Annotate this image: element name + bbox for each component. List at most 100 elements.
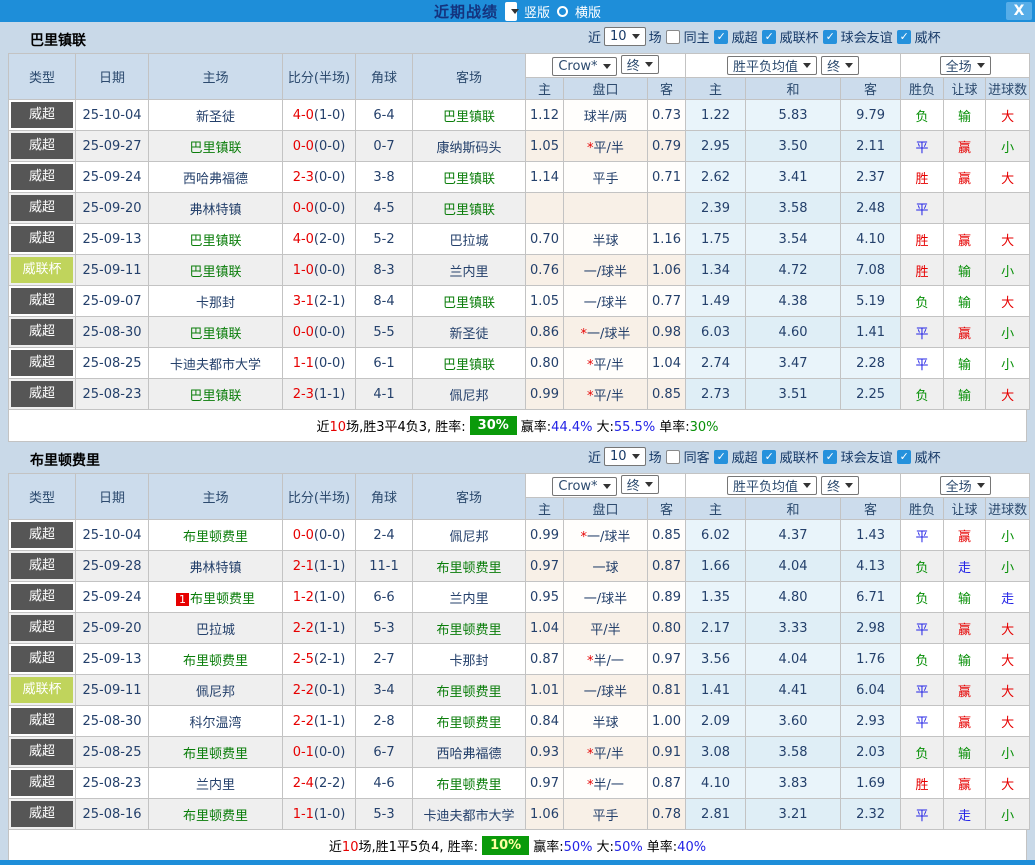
avg-away: 2.48 (841, 193, 901, 224)
odds-away: 1.00 (648, 706, 686, 737)
table-row: 威超 25-08-23 兰内里 2-4(2-2) 4-6 布里顿费里 0.97 … (9, 768, 1030, 799)
avg-home: 1.49 (686, 286, 746, 317)
score-cell: 2-3(0-0) (283, 162, 356, 193)
scope-select[interactable]: 全场 (940, 56, 991, 75)
avg-period-select[interactable]: 终 (821, 56, 859, 75)
halftime-score: (1-1) (314, 559, 345, 574)
odds-home: 1.12 (526, 100, 564, 131)
comp-checkbox-cup[interactable] (897, 450, 911, 464)
same-venue-checkbox[interactable] (666, 450, 680, 464)
corner-score: 2-7 (356, 644, 413, 675)
home-team-cell: 西哈弗福德 (149, 162, 283, 193)
avg-away: 5.19 (841, 286, 901, 317)
away-team-cell: 卡迪夫都市大学 (413, 799, 526, 830)
odds-period-select[interactable]: 终 (621, 475, 659, 494)
result-cell: 胜 (901, 768, 944, 799)
col-date: 日期 (76, 474, 149, 520)
home-team: 卡迪夫都市大学 (170, 358, 261, 373)
avg-type-select[interactable]: 胜平负均值 (727, 56, 817, 75)
fulltime-score: 0-0 (293, 325, 314, 340)
comp-checkbox-league[interactable] (714, 450, 728, 464)
odds-period-select[interactable]: 终 (621, 55, 659, 74)
odds-home: 0.86 (526, 317, 564, 348)
competition-badge: 威超 (11, 615, 73, 641)
odds-away: 0.71 (648, 162, 686, 193)
horizontal-layout-label[interactable]: 横版 (575, 2, 601, 21)
vertical-layout-label[interactable]: 竖版 (524, 2, 550, 21)
match-count-select[interactable]: 10 (604, 27, 646, 46)
competition-badge: 威超 (11, 381, 73, 407)
handicap-result-cell: 赢 (944, 613, 986, 644)
away-team: 康纳斯码头 (436, 141, 501, 156)
comp-checkbox-friendly[interactable] (823, 450, 837, 464)
match-date: 25-09-24 (76, 162, 149, 193)
bookmaker-select[interactable]: Crow* (552, 477, 616, 496)
comp-checkbox-leaguecup[interactable] (762, 450, 776, 464)
close-icon[interactable]: X (1006, 2, 1032, 20)
home-team-cell: 弗林特镇 (149, 193, 283, 224)
table-row: 威超 25-09-24 西哈弗福德 2-3(0-0) 3-8 巴里镇联 1.14… (9, 162, 1030, 193)
avg-home: 1.41 (686, 675, 746, 706)
home-team-cell: 新圣徒 (149, 100, 283, 131)
home-team-cell: 布里顿费里 (149, 520, 283, 551)
goals-result-cell: 小 (986, 737, 1030, 768)
page-title: 近期战绩 (434, 1, 498, 22)
match-date: 25-10-04 (76, 100, 149, 131)
match-date: 25-08-23 (76, 379, 149, 410)
halftime-score: (2-2) (314, 776, 345, 791)
fulltime-score: 0-0 (293, 139, 314, 154)
odds-line: 一/球半 (564, 675, 648, 706)
fulltime-score: 2-2 (293, 683, 314, 698)
same-venue-checkbox[interactable] (666, 30, 680, 44)
corner-score: 2-4 (356, 520, 413, 551)
col-odds-away: 客 (648, 78, 686, 100)
near-label: 近 (588, 27, 601, 46)
bookmaker-select[interactable]: Crow* (552, 57, 616, 76)
result-cell: 负 (901, 379, 944, 410)
col-handicap: 让球 (944, 498, 986, 520)
goals-result-cell: 大 (986, 675, 1030, 706)
halftime-score: (0-0) (314, 356, 345, 371)
matches-table-1: 类型 日期 主场 比分(半场) 角球 客场 Crow* 终 胜平负均值 终 全场… (8, 53, 1030, 410)
goals-result-cell: 小 (986, 348, 1030, 379)
result-cell: 负 (901, 582, 944, 613)
avg-away: 4.13 (841, 551, 901, 582)
comp-checkbox-cup[interactable] (897, 30, 911, 44)
home-team: 巴里镇联 (189, 234, 241, 249)
match-date: 25-10-04 (76, 520, 149, 551)
fulltime-score: 0-0 (293, 528, 314, 543)
comp-checkbox-friendly[interactable] (823, 30, 837, 44)
avg-type-select[interactable]: 胜平负均值 (727, 476, 817, 495)
col-date: 日期 (76, 54, 149, 100)
corner-score: 5-5 (356, 317, 413, 348)
avg-draw: 3.58 (746, 737, 841, 768)
scope-select[interactable]: 全场 (940, 476, 991, 495)
horizontal-layout-radio[interactable] (557, 6, 568, 17)
odds-away (648, 193, 686, 224)
comp-checkbox-league[interactable] (714, 30, 728, 44)
odds-line: 一/球半 (564, 255, 648, 286)
comp-checkbox-leaguecup[interactable] (762, 30, 776, 44)
odds-away: 0.91 (648, 737, 686, 768)
avg-period-select[interactable]: 终 (821, 476, 859, 495)
score-cell: 2-3(1-1) (283, 379, 356, 410)
odds-home: 0.80 (526, 348, 564, 379)
halftime-score: (1-1) (314, 387, 345, 402)
col-avg-draw: 和 (746, 78, 841, 100)
competition-badge: 威超 (11, 522, 73, 548)
table-row: 威联杯 25-09-11 巴里镇联 1-0(0-0) 8-3 兰内里 0.76 … (9, 255, 1030, 286)
away-team: 巴里镇联 (443, 296, 495, 311)
handicap-result-cell: 赢 (944, 706, 986, 737)
col-type: 类型 (9, 474, 76, 520)
fulltime-score: 2-3 (293, 170, 314, 185)
result-cell: 负 (901, 644, 944, 675)
match-count-select[interactable]: 10 (604, 447, 646, 466)
result-cell: 平 (901, 706, 944, 737)
odds-away: 0.80 (648, 613, 686, 644)
odds-home: 0.99 (526, 520, 564, 551)
odds-line: 一/球半 (564, 286, 648, 317)
avg-draw: 3.83 (746, 768, 841, 799)
vertical-layout-radio[interactable] (505, 2, 517, 21)
summary-bar-1: 近10场,胜3平4负3, 胜率: 30% 赢率:44.4% 大:55.5% 单率… (8, 410, 1027, 442)
corner-score: 6-4 (356, 100, 413, 131)
